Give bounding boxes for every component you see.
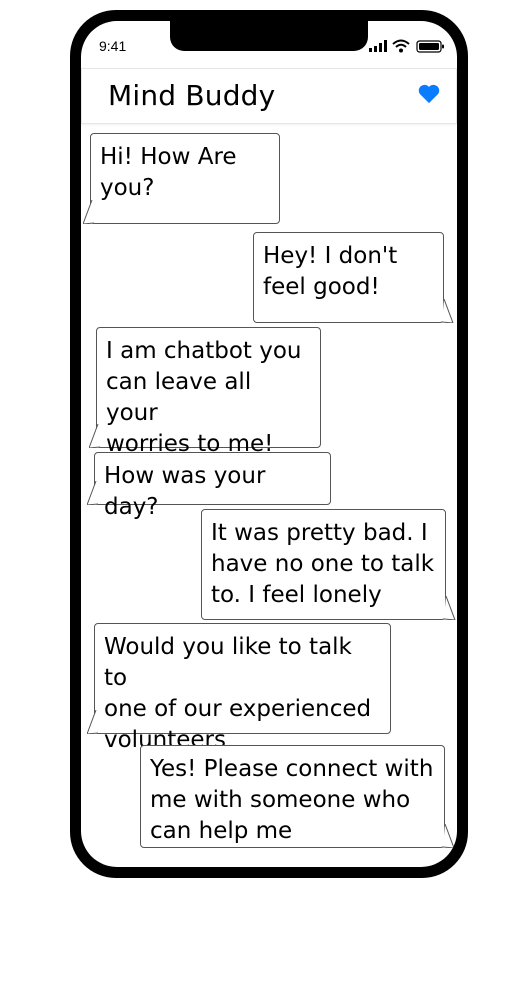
phone-screen: 9:41 Mind Buddy Hi! How Are you? Hey! I … xyxy=(81,21,457,867)
bubble-tail xyxy=(444,596,456,620)
bot-message-bubble: How was your day? xyxy=(87,452,331,520)
bot-message-bubble: Hi! How Are you? xyxy=(83,133,280,224)
bubble-tail xyxy=(83,200,95,224)
bubble-tail xyxy=(442,299,454,323)
bot-message-bubble: Would you like to talk to one of our expe… xyxy=(87,623,391,753)
message-text: Would you like to talk to one of our expe… xyxy=(104,634,372,753)
status-time: 9:41 xyxy=(99,38,127,54)
status-icons xyxy=(369,39,444,53)
user-message-bubble: Hey! I don't feel good! xyxy=(253,232,454,323)
battery-icon xyxy=(416,40,444,53)
user-message-bubble: It was pretty bad. Ihave no one to talk t… xyxy=(201,509,456,620)
message-text: It was pretty bad. Ihave no one to talk t… xyxy=(211,520,435,608)
bubble-tail xyxy=(87,481,99,505)
message-text: Hi! How Are you? xyxy=(100,144,237,201)
message-text: I am chatbot you can leave all your worrie… xyxy=(106,338,302,457)
bubble-tail xyxy=(443,824,455,848)
signal-icon xyxy=(369,40,387,52)
user-message-bubble: Yes! Please connect with me with someone … xyxy=(140,745,455,848)
bubble-tail xyxy=(87,710,99,734)
notch xyxy=(170,21,368,51)
heart-icon[interactable] xyxy=(418,83,440,105)
app-title: Mind Buddy xyxy=(108,79,276,112)
message-text: Yes! Please connect with me with someone … xyxy=(150,756,434,844)
page: 9:41 Mind Buddy Hi! How Are you? Hey! I … xyxy=(0,0,517,987)
wifi-icon xyxy=(392,39,410,53)
bubble-tail xyxy=(89,424,101,448)
phone-frame: 9:41 Mind Buddy Hi! How Are you? Hey! I … xyxy=(70,10,468,878)
bot-message-bubble: I am chatbot you can leave all your worrie… xyxy=(89,327,321,457)
message-text: Hey! I don't feel good! xyxy=(263,243,398,300)
app-header: Mind Buddy xyxy=(81,68,457,124)
